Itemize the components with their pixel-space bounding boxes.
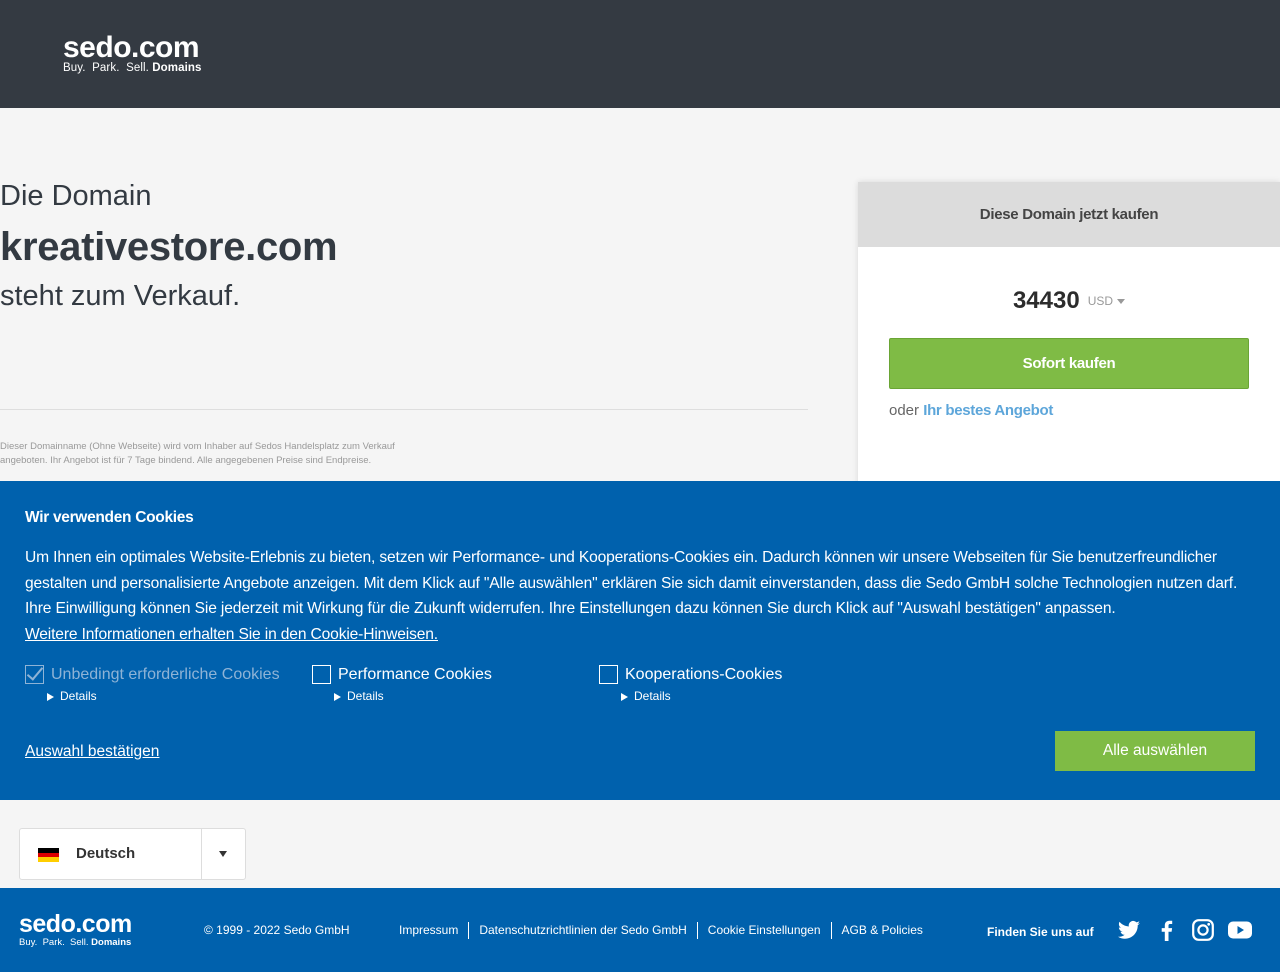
- triangle-right-icon: [334, 693, 341, 701]
- chevron-down-icon: [1117, 299, 1126, 305]
- intro-heading: Die Domain: [0, 180, 152, 212]
- divider: [201, 829, 202, 879]
- necessary-checkbox: [25, 665, 44, 684]
- site-footer: sedo.com Buy. Park. Sell. Domains © 1999…: [0, 888, 1280, 972]
- option-label: Unbedingt erforderliche Cookies: [51, 666, 280, 683]
- footer-link-terms[interactable]: AGB & Policies: [830, 922, 933, 939]
- footer-link-cookie-settings[interactable]: Cookie Einstellungen: [696, 922, 831, 939]
- cookie-banner: Wir verwenden Cookies Um Ihnen ein optim…: [0, 481, 1280, 800]
- offer-row: oder Ihr bestes Angebot: [889, 402, 1053, 419]
- intro-subheading: steht zum Verkauf.: [0, 280, 241, 312]
- performance-checkbox[interactable]: [312, 665, 331, 684]
- twitter-icon[interactable]: [1117, 918, 1141, 942]
- footer-link-privacy[interactable]: Datenschutzrichtlinien der Sedo GmbH: [468, 922, 696, 939]
- cookie-text: Um Ihnen ein optimales Website-Erlebnis …: [25, 545, 1265, 647]
- price-value: 34430: [1012, 287, 1080, 314]
- details-toggle[interactable]: Details: [47, 689, 97, 703]
- best-offer-link[interactable]: Ihr bestes Angebot: [923, 402, 1053, 419]
- buy-box: Diese Domain jetzt kaufen 34430 USD Sofor…: [858, 182, 1280, 492]
- confirm-selection-link[interactable]: Auswahl bestätigen: [25, 743, 159, 761]
- sedo-logo[interactable]: sedo.com Buy. Park. Sell. Domains: [63, 33, 202, 75]
- german-flag-icon: [38, 848, 59, 862]
- details-toggle[interactable]: Details: [621, 689, 671, 703]
- instagram-icon[interactable]: [1191, 918, 1215, 942]
- cookie-description: Um Ihnen ein optimales Website-Erlebnis …: [25, 549, 1238, 617]
- facebook-icon[interactable]: [1155, 918, 1179, 942]
- footer-links: Impressum Datenschutzrichtlinien der Sed…: [389, 922, 933, 939]
- copyright: © 1999 - 2022 Sedo GmbH: [204, 923, 350, 937]
- caret-down-icon: [219, 851, 227, 857]
- site-header: sedo.com Buy. Park. Sell. Domains: [0, 0, 1280, 108]
- youtube-icon[interactable]: [1227, 918, 1253, 942]
- divider: [0, 409, 808, 410]
- cookie-info-link[interactable]: Weitere Informationen erhalten Sie in de…: [25, 622, 1265, 648]
- price-row: 34430 USD: [858, 287, 1280, 315]
- domain-intro: Die Domain kreativestore.com steht zum V…: [0, 180, 338, 313]
- details-toggle[interactable]: Details: [334, 689, 384, 703]
- currency-select[interactable]: USD: [1088, 294, 1126, 308]
- language-label: Deutsch: [76, 845, 136, 862]
- triangle-right-icon: [621, 693, 628, 701]
- logo-tagline: Buy. Park. Sell. Domains: [63, 62, 202, 74]
- option-label: Kooperations-Cookies: [625, 666, 783, 683]
- follow-us-label: Finden Sie uns auf: [987, 925, 1094, 939]
- select-all-button[interactable]: Alle auswählen: [1055, 731, 1255, 771]
- footer-logo[interactable]: sedo.com Buy. Park. Sell. Domains: [19, 912, 132, 948]
- cookie-title: Wir verwenden Cookies: [25, 509, 194, 526]
- logo-wordmark: sedo.com: [63, 31, 200, 64]
- cooperation-checkbox[interactable]: [599, 665, 618, 684]
- domain-name: kreativestore.com: [0, 225, 338, 269]
- buy-now-button[interactable]: Sofort kaufen: [889, 338, 1249, 389]
- footer-logo-wordmark: sedo.com: [19, 910, 132, 938]
- buy-box-title: Diese Domain jetzt kaufen: [858, 182, 1280, 247]
- fineprint-text: Dieser Domainname (Ohne Webseite) wird v…: [0, 441, 395, 466]
- footer-logo-tagline: Buy. Park. Sell. Domains: [19, 937, 132, 948]
- language-select[interactable]: Deutsch: [19, 828, 246, 880]
- offer-prefix: oder: [889, 402, 920, 419]
- triangle-right-icon: [47, 693, 54, 701]
- footer-link-impressum[interactable]: Impressum: [389, 922, 468, 939]
- option-label: Performance Cookies: [338, 666, 492, 683]
